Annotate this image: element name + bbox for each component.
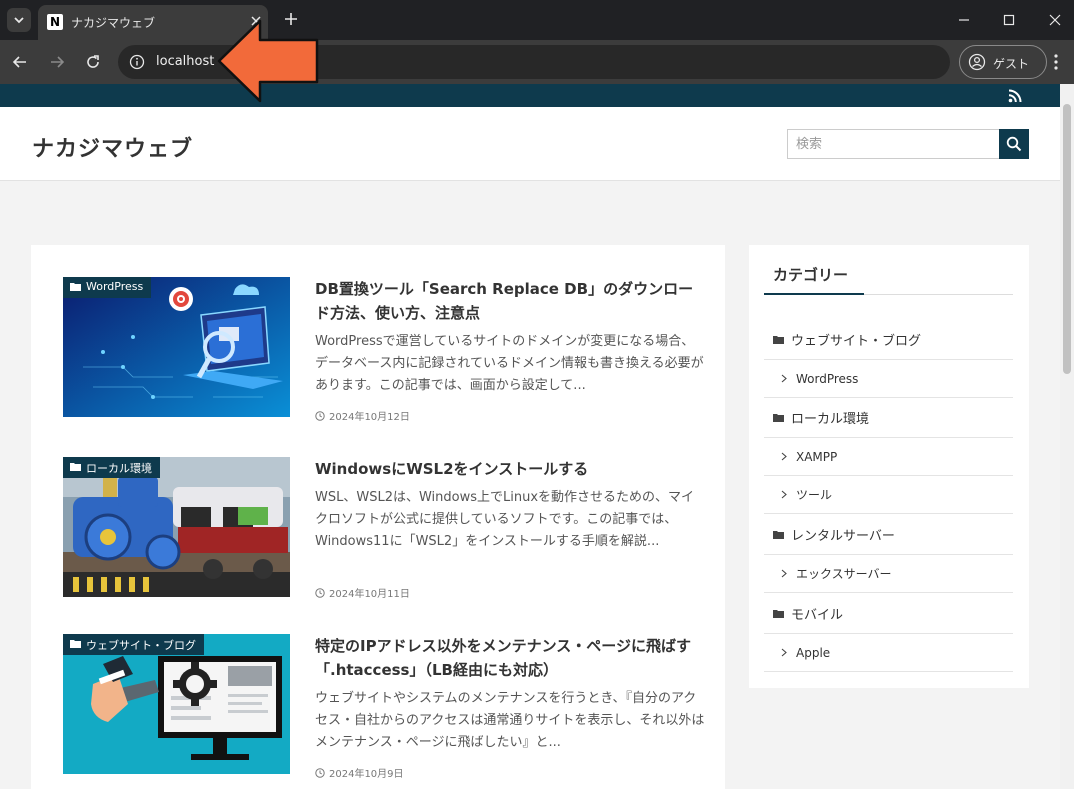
post-excerpt: WSL、WSL2は、Windows上でLinuxを動作させるための、マイクロソフ… <box>315 490 695 549</box>
post-date-text: 2024年10月9日 <box>329 769 404 780</box>
category-label: レンタルサーバー <box>791 528 895 544</box>
pointer-arrow-annotation <box>217 19 319 103</box>
post-excerpt: WordPressで運営しているサイトのドメインが変更になる場合、データベース内… <box>315 334 704 393</box>
folder-icon <box>773 414 784 422</box>
forward-icon[interactable] <box>46 51 68 73</box>
category-item[interactable]: エックスサーバー <box>764 555 1013 593</box>
category-label: Apple <box>796 645 831 660</box>
category-label: ツール <box>796 488 833 502</box>
post-thumbnail[interactable]: ローカル環境 <box>63 457 290 597</box>
profile-button[interactable]: ゲスト <box>959 45 1047 79</box>
chevron-right-icon <box>781 569 787 578</box>
site-info-icon[interactable] <box>128 53 146 71</box>
post-thumbnail[interactable]: WordPress <box>63 277 290 417</box>
search-button[interactable] <box>999 129 1029 159</box>
post-category-badge[interactable]: ローカル環境 <box>63 457 160 478</box>
vertical-scrollbar[interactable] <box>1060 84 1074 789</box>
post-category-label: ローカル環境 <box>86 462 152 475</box>
category-label: ローカル環境 <box>791 412 870 427</box>
post-category-badge[interactable]: WordPress <box>63 277 152 298</box>
sidebar-categories-widget: カテゴリー ウェブサイト・ブログ WordPress ローカル環境 XAMPP … <box>749 245 1029 688</box>
profile-label: ゲスト <box>993 57 1030 71</box>
search-icon <box>1006 136 1022 152</box>
post-title[interactable]: WindowsにWSL2をインストールする <box>315 457 705 481</box>
tab-search-button[interactable] <box>7 8 31 32</box>
search-input[interactable] <box>787 129 1000 159</box>
post-title[interactable]: 特定のIPアドレス以外をメンテナンス・ページに飛ばす「.htaccess」（LB… <box>315 634 705 682</box>
minimize-icon[interactable] <box>952 8 976 32</box>
post-date-text: 2024年10月12日 <box>329 412 410 423</box>
category-label: XAMPP <box>796 449 838 464</box>
site-header: ナカジマウェブ <box>0 107 1060 181</box>
category-item[interactable]: WordPress <box>764 360 1013 398</box>
category-item[interactable]: ローカル環境 <box>764 398 1013 438</box>
clock-icon <box>315 767 325 778</box>
folder-icon <box>70 283 81 291</box>
category-label: エックスサーバー <box>796 567 892 581</box>
guest-profile-icon <box>968 53 986 71</box>
clock-icon <box>315 410 325 421</box>
category-label: WordPress <box>796 371 859 386</box>
post-card[interactable]: WordPress DB置換ツール「Search Replace DB」のダウン… <box>63 277 705 437</box>
widget-divider-accent <box>764 293 864 295</box>
post-date: 2024年10月12日 <box>315 408 410 423</box>
page-viewport: ナカジマウェブ 検索 WordPress DB置換ツール「Search Repl… <box>0 84 1074 789</box>
post-date: 2024年10月9日 <box>315 765 404 780</box>
clock-icon <box>315 587 325 598</box>
folder-icon <box>70 640 81 648</box>
browser-tab-bar: N ナカジマウェブ <box>0 0 1074 40</box>
post-card[interactable]: ローカル環境 WindowsにWSL2をインストールする WSL、WSL2は、W… <box>63 457 703 617</box>
chevron-right-icon <box>781 374 787 383</box>
folder-icon <box>773 530 784 539</box>
more-menu-icon[interactable] <box>1048 52 1064 72</box>
post-list: WordPress DB置換ツール「Search Replace DB」のダウン… <box>31 245 725 789</box>
maintenance-illustration <box>63 634 290 774</box>
post-date-text: 2024年10月11日 <box>329 589 410 600</box>
folder-icon <box>773 609 784 618</box>
laptop-search-illustration <box>63 277 290 417</box>
category-item[interactable]: XAMPP <box>764 438 1013 476</box>
scrollbar-thumb[interactable] <box>1063 104 1071 374</box>
chevron-down-icon <box>14 17 24 24</box>
category-label: モバイル <box>791 607 844 623</box>
category-item[interactable]: ウェブサイト・ブログ <box>764 319 1013 360</box>
category-label: ウェブサイト・ブログ <box>791 333 922 349</box>
tab-title: ナカジマウェブ <box>71 16 156 30</box>
post-category-label: WordPress <box>86 280 144 293</box>
post-category-label: ウェブサイト・ブログ <box>86 639 196 652</box>
site-title[interactable]: ナカジマウェブ <box>32 131 193 163</box>
folder-icon <box>773 335 784 344</box>
category-item[interactable]: モバイル <box>764 593 1013 634</box>
reload-icon[interactable] <box>82 51 104 73</box>
maximize-icon[interactable] <box>997 8 1021 32</box>
favicon-icon: N <box>47 14 63 30</box>
post-category-badge[interactable]: ウェブサイト・ブログ <box>63 634 204 655</box>
chevron-right-icon <box>781 648 787 657</box>
train-ride-photo <box>63 457 290 597</box>
post-title[interactable]: DB置換ツール「Search Replace DB」のダウンロード方法、使い方、… <box>315 277 705 325</box>
close-window-icon[interactable] <box>1043 8 1067 32</box>
chevron-right-icon <box>781 452 787 461</box>
category-item[interactable]: ツール <box>764 476 1013 514</box>
category-item[interactable]: レンタルサーバー <box>764 514 1013 555</box>
folder-icon <box>70 463 81 471</box>
rss-icon[interactable] <box>1008 89 1022 103</box>
post-excerpt: ウェブサイトやシステムのメンテナンスを行うとき、『自分のアクセス・自社からのアク… <box>315 691 705 750</box>
widget-title: カテゴリー <box>773 266 849 284</box>
post-date: 2024年10月11日 <box>315 585 410 600</box>
post-thumbnail[interactable]: ウェブサイト・ブログ <box>63 634 290 774</box>
site-top-bar <box>0 84 1060 107</box>
back-icon[interactable] <box>9 51 31 73</box>
chevron-right-icon <box>781 490 787 499</box>
category-item[interactable]: Apple <box>764 634 1013 672</box>
post-card[interactable]: ウェブサイト・ブログ 特定のIPアドレス以外をメンテナンス・ページに飛ばす「.h… <box>63 634 705 789</box>
url-text: localhost <box>156 54 215 69</box>
